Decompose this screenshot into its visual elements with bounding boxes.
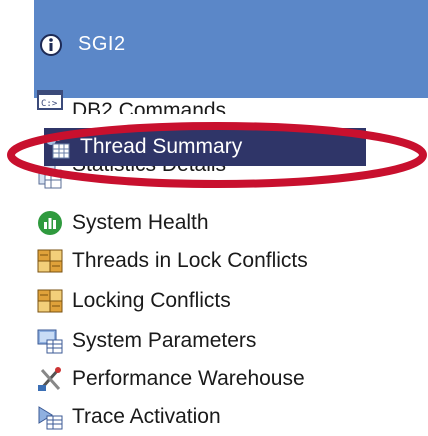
thread-grid-icon <box>44 133 72 161</box>
nav-item-label: Threads in Lock Conflicts <box>72 249 308 272</box>
info-icon <box>40 34 62 56</box>
command-prompt-icon: C:> <box>36 86 64 114</box>
nav-item-label: Thread Summary <box>80 135 243 158</box>
nav-item-label: System Health <box>72 211 209 234</box>
nav-item-trace-activation[interactable]: Trace Activation <box>36 398 366 436</box>
lock-conflict-icon <box>36 247 64 275</box>
nav-item-locking-conflicts[interactable]: Locking Conflicts <box>36 282 366 320</box>
svg-text:C:>: C:> <box>41 99 58 109</box>
nav-item-label: Performance Warehouse <box>72 367 305 390</box>
nav-item-label: System Parameters <box>72 329 257 352</box>
system-parameters-icon <box>36 327 64 355</box>
nav-item-label: DB2 Commands <box>72 99 227 114</box>
trace-activation-icon <box>36 403 64 431</box>
nav-item-performance-warehouse[interactable]: Performance Warehouse <box>36 360 366 398</box>
nav-item-label: Locking Conflicts <box>72 289 231 312</box>
nav-item-statistics-details[interactable]: Statistics Details <box>36 166 366 194</box>
statistics-sheet-icon <box>36 166 64 190</box>
nav-item-label: Trace Activation <box>72 405 221 428</box>
nav-item-system-parameters[interactable]: System Parameters <box>36 322 366 360</box>
lock-conflict-icon <box>36 287 64 315</box>
nav-item-label: Statistics Details <box>72 166 226 177</box>
nav-item-thread-summary[interactable]: Thread Summary <box>44 128 366 166</box>
nav-item-threads-in-lock-conflicts[interactable]: Threads in Lock Conflicts <box>36 242 366 280</box>
health-gauge-icon <box>36 209 64 237</box>
nav-item-db2-commands[interactable]: C:> DB2 Commands <box>36 84 366 114</box>
warehouse-tools-icon <box>36 365 64 393</box>
nav-item-system-health[interactable]: System Health <box>36 204 366 242</box>
system-title: SGI2 <box>78 33 126 55</box>
